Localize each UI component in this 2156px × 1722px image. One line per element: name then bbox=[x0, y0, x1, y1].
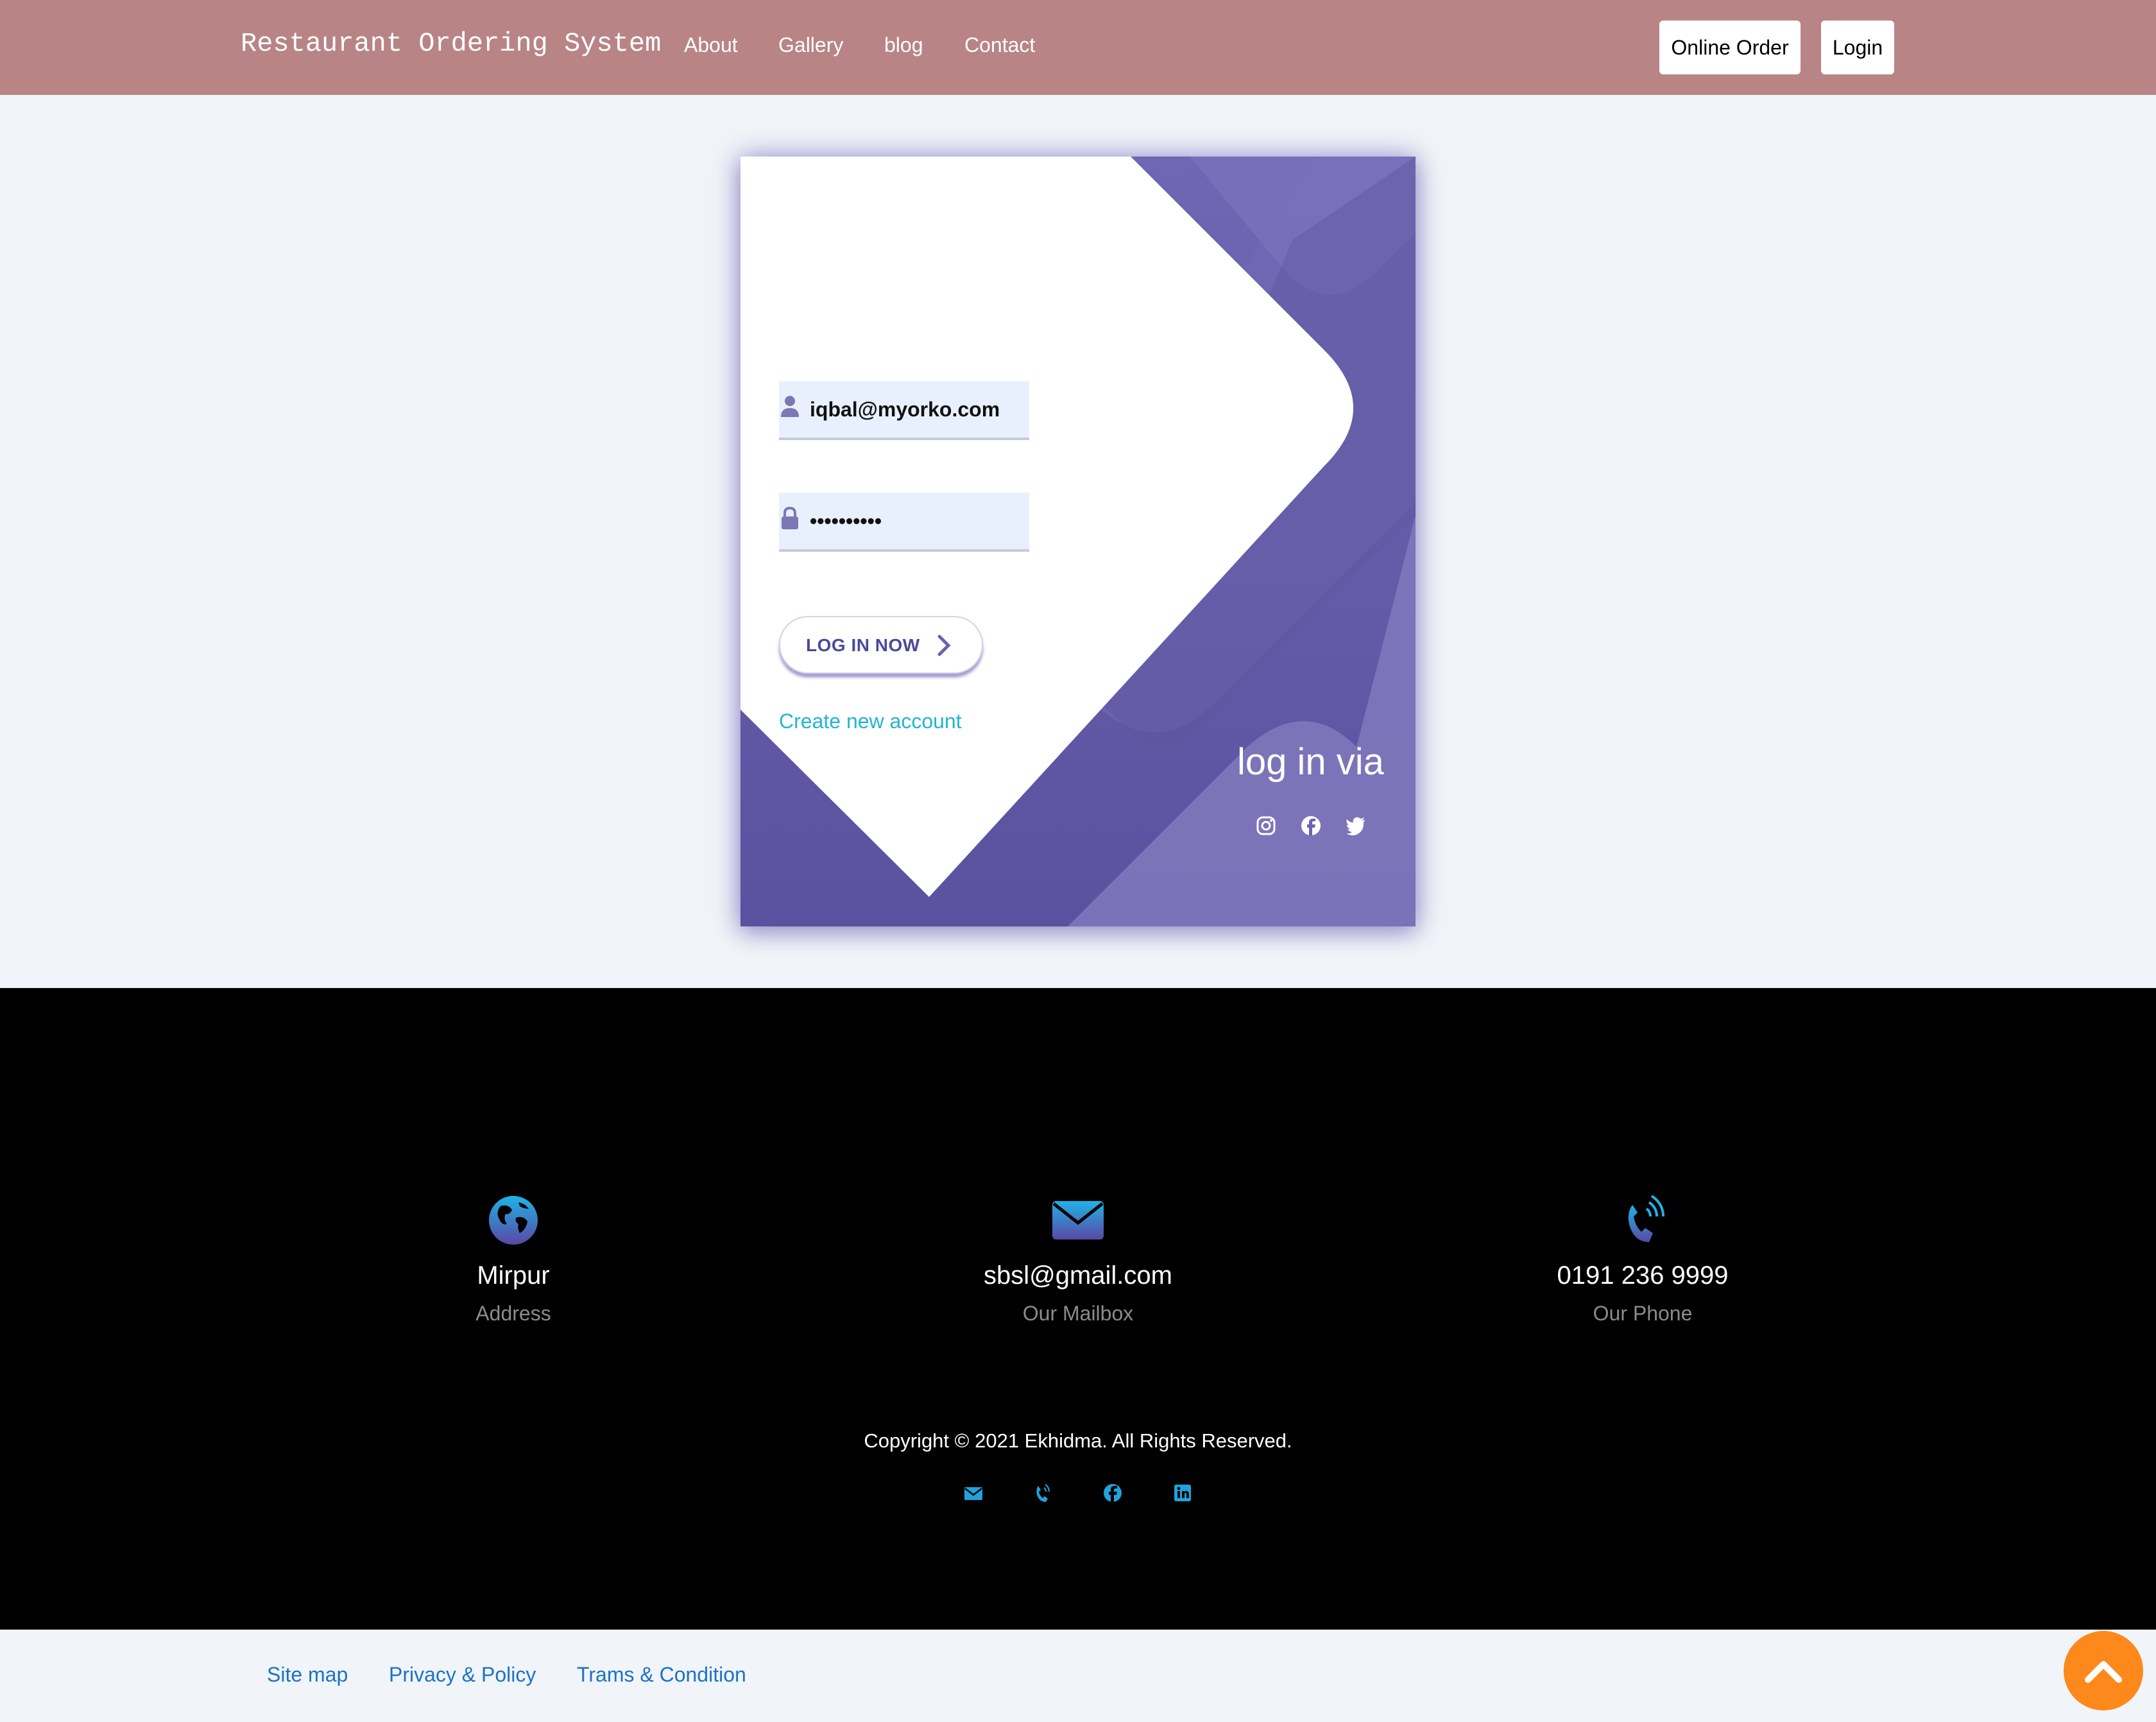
login-now-button[interactable]: LOG IN NOW bbox=[779, 616, 983, 674]
envelope-icon bbox=[1052, 1201, 1104, 1240]
mail-value[interactable]: sbsl@gmail.com bbox=[886, 1261, 1270, 1290]
email-value: iqbal@myorko.com bbox=[810, 398, 1000, 421]
globe-icon bbox=[489, 1196, 538, 1245]
twitter-icon[interactable] bbox=[1345, 815, 1367, 837]
password-value: •••••••••• bbox=[810, 509, 882, 533]
linkedin-icon[interactable] bbox=[1172, 1482, 1194, 1504]
scroll-to-top-button[interactable] bbox=[2064, 1631, 2143, 1710]
login-via-title: log in via bbox=[1237, 741, 1384, 783]
footer-mail: sbsl@gmail.com Our Mailbox bbox=[886, 1193, 1270, 1326]
footer-phone: 0191 236 9999 Our Phone bbox=[1450, 1193, 1835, 1326]
mail-label: Our Mailbox bbox=[1022, 1302, 1134, 1325]
lock-icon bbox=[782, 506, 798, 529]
login-now-label: LOG IN NOW bbox=[806, 635, 920, 655]
nav-link-contact[interactable]: Contact bbox=[964, 33, 1035, 57]
brand-logo[interactable]: Restaurant Ordering System bbox=[241, 28, 661, 59]
navbar: Restaurant Ordering System About Gallery… bbox=[0, 0, 2156, 95]
address-value: Mirpur bbox=[477, 1261, 550, 1290]
user-icon bbox=[781, 396, 799, 417]
facebook-icon[interactable] bbox=[1300, 815, 1322, 837]
email-field[interactable]: iqbal@myorko.com bbox=[779, 381, 1029, 440]
nav-link-gallery[interactable]: Gallery bbox=[778, 33, 843, 57]
phone-value[interactable]: 0191 236 9999 bbox=[1450, 1261, 1835, 1290]
chevron-right-icon bbox=[937, 635, 951, 656]
site-map-link[interactable]: Site map bbox=[267, 1663, 348, 1687]
bottom-links-bar: Site map Privacy & Policy Trams & Condit… bbox=[0, 1630, 2156, 1722]
instagram-icon[interactable] bbox=[1255, 815, 1277, 837]
phone-icon[interactable] bbox=[1032, 1482, 1054, 1504]
nav-link-blog[interactable]: blog bbox=[884, 33, 923, 57]
nav-link-about[interactable]: About bbox=[684, 33, 738, 57]
footer: Mirpur Address sbsl@gmail.com Our Mailbo… bbox=[0, 988, 2156, 1630]
online-order-button[interactable]: Online Order bbox=[1659, 21, 1801, 74]
envelope-icon[interactable] bbox=[963, 1482, 984, 1504]
login-card: iqbal@myorko.com •••••••••• LOG IN NOW C… bbox=[740, 157, 1416, 926]
copyright-text: Copyright © 2021 Ekhidma. All Rights Res… bbox=[864, 1429, 1292, 1452]
login-button[interactable]: Login bbox=[1821, 21, 1894, 74]
phone-icon bbox=[1628, 1195, 1664, 1242]
address-label: Address bbox=[475, 1302, 551, 1325]
privacy-policy-link[interactable]: Privacy & Policy bbox=[389, 1663, 536, 1687]
chevron-up-icon bbox=[2085, 1661, 2122, 1683]
facebook-icon[interactable] bbox=[1102, 1482, 1124, 1504]
phone-label: Our Phone bbox=[1593, 1302, 1693, 1325]
terms-condition-link[interactable]: Trams & Condition bbox=[577, 1663, 746, 1687]
create-account-link[interactable]: Create new account bbox=[779, 710, 962, 733]
footer-address: Mirpur Address bbox=[321, 1193, 706, 1326]
password-field[interactable]: •••••••••• bbox=[779, 493, 1029, 552]
